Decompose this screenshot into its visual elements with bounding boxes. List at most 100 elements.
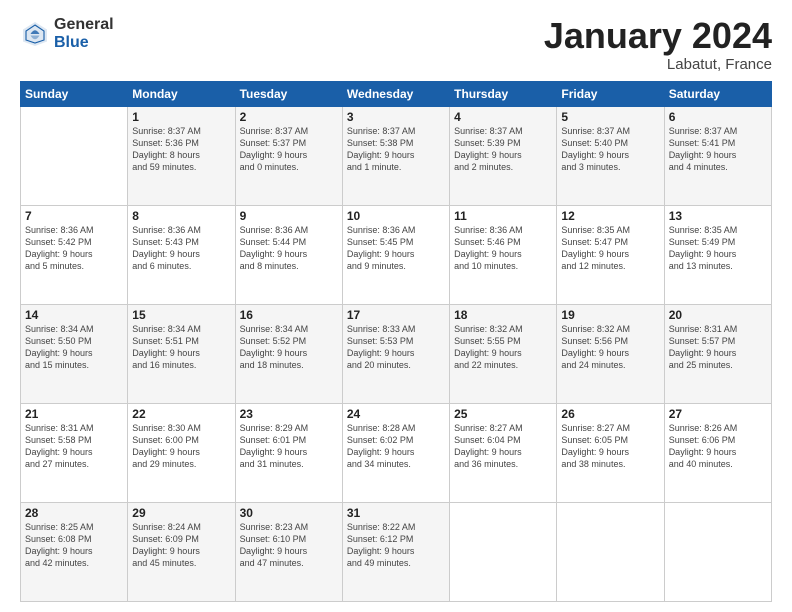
day-number: 6 <box>669 110 767 124</box>
table-row: 17Sunrise: 8:33 AMSunset: 5:53 PMDayligh… <box>342 304 449 403</box>
logo-blue-text: Blue <box>54 34 114 52</box>
day-info: Sunrise: 8:27 AMSunset: 6:05 PMDaylight:… <box>561 422 659 471</box>
day-info: Sunrise: 8:36 AMSunset: 5:42 PMDaylight:… <box>25 224 123 273</box>
table-row: 6Sunrise: 8:37 AMSunset: 5:41 PMDaylight… <box>664 106 771 205</box>
day-number: 10 <box>347 209 445 223</box>
table-row: 30Sunrise: 8:23 AMSunset: 6:10 PMDayligh… <box>235 502 342 601</box>
col-sunday: Sunday <box>21 81 128 106</box>
day-number: 17 <box>347 308 445 322</box>
title-block: January 2024 Labatut, France <box>544 16 772 73</box>
table-row: 19Sunrise: 8:32 AMSunset: 5:56 PMDayligh… <box>557 304 664 403</box>
table-row <box>21 106 128 205</box>
table-row: 22Sunrise: 8:30 AMSunset: 6:00 PMDayligh… <box>128 403 235 502</box>
month-title: January 2024 <box>544 16 772 56</box>
table-row: 8Sunrise: 8:36 AMSunset: 5:43 PMDaylight… <box>128 205 235 304</box>
table-row: 23Sunrise: 8:29 AMSunset: 6:01 PMDayligh… <box>235 403 342 502</box>
day-info: Sunrise: 8:36 AMSunset: 5:45 PMDaylight:… <box>347 224 445 273</box>
day-info: Sunrise: 8:25 AMSunset: 6:08 PMDaylight:… <box>25 521 123 570</box>
day-number: 23 <box>240 407 338 421</box>
col-friday: Friday <box>557 81 664 106</box>
col-monday: Monday <box>128 81 235 106</box>
table-row <box>450 502 557 601</box>
day-info: Sunrise: 8:33 AMSunset: 5:53 PMDaylight:… <box>347 323 445 372</box>
day-number: 11 <box>454 209 552 223</box>
table-row: 13Sunrise: 8:35 AMSunset: 5:49 PMDayligh… <box>664 205 771 304</box>
day-info: Sunrise: 8:34 AMSunset: 5:51 PMDaylight:… <box>132 323 230 372</box>
table-row: 11Sunrise: 8:36 AMSunset: 5:46 PMDayligh… <box>450 205 557 304</box>
day-number: 28 <box>25 506 123 520</box>
col-thursday: Thursday <box>450 81 557 106</box>
table-row: 16Sunrise: 8:34 AMSunset: 5:52 PMDayligh… <box>235 304 342 403</box>
day-number: 22 <box>132 407 230 421</box>
day-info: Sunrise: 8:22 AMSunset: 6:12 PMDaylight:… <box>347 521 445 570</box>
day-number: 25 <box>454 407 552 421</box>
day-info: Sunrise: 8:36 AMSunset: 5:44 PMDaylight:… <box>240 224 338 273</box>
day-number: 15 <box>132 308 230 322</box>
day-info: Sunrise: 8:35 AMSunset: 5:47 PMDaylight:… <box>561 224 659 273</box>
day-info: Sunrise: 8:37 AMSunset: 5:37 PMDaylight:… <box>240 125 338 174</box>
day-number: 19 <box>561 308 659 322</box>
table-row: 1Sunrise: 8:37 AMSunset: 5:36 PMDaylight… <box>128 106 235 205</box>
calendar-header-row: Sunday Monday Tuesday Wednesday Thursday… <box>21 81 772 106</box>
logo-text: General Blue <box>54 16 114 51</box>
table-row: 31Sunrise: 8:22 AMSunset: 6:12 PMDayligh… <box>342 502 449 601</box>
table-row: 2Sunrise: 8:37 AMSunset: 5:37 PMDaylight… <box>235 106 342 205</box>
logo-icon <box>20 19 50 49</box>
table-row: 20Sunrise: 8:31 AMSunset: 5:57 PMDayligh… <box>664 304 771 403</box>
page: General Blue January 2024 Labatut, Franc… <box>0 0 792 612</box>
day-number: 26 <box>561 407 659 421</box>
table-row: 9Sunrise: 8:36 AMSunset: 5:44 PMDaylight… <box>235 205 342 304</box>
day-info: Sunrise: 8:31 AMSunset: 5:57 PMDaylight:… <box>669 323 767 372</box>
day-number: 14 <box>25 308 123 322</box>
table-row: 4Sunrise: 8:37 AMSunset: 5:39 PMDaylight… <box>450 106 557 205</box>
table-row: 14Sunrise: 8:34 AMSunset: 5:50 PMDayligh… <box>21 304 128 403</box>
day-number: 20 <box>669 308 767 322</box>
logo: General Blue <box>20 16 114 51</box>
day-number: 21 <box>25 407 123 421</box>
logo-general-text: General <box>54 16 114 34</box>
day-info: Sunrise: 8:32 AMSunset: 5:56 PMDaylight:… <box>561 323 659 372</box>
day-info: Sunrise: 8:28 AMSunset: 6:02 PMDaylight:… <box>347 422 445 471</box>
calendar-week-row: 21Sunrise: 8:31 AMSunset: 5:58 PMDayligh… <box>21 403 772 502</box>
day-number: 5 <box>561 110 659 124</box>
table-row: 26Sunrise: 8:27 AMSunset: 6:05 PMDayligh… <box>557 403 664 502</box>
col-tuesday: Tuesday <box>235 81 342 106</box>
day-number: 9 <box>240 209 338 223</box>
calendar-week-row: 7Sunrise: 8:36 AMSunset: 5:42 PMDaylight… <box>21 205 772 304</box>
day-number: 16 <box>240 308 338 322</box>
table-row: 18Sunrise: 8:32 AMSunset: 5:55 PMDayligh… <box>450 304 557 403</box>
day-info: Sunrise: 8:37 AMSunset: 5:39 PMDaylight:… <box>454 125 552 174</box>
day-info: Sunrise: 8:26 AMSunset: 6:06 PMDaylight:… <box>669 422 767 471</box>
day-info: Sunrise: 8:31 AMSunset: 5:58 PMDaylight:… <box>25 422 123 471</box>
table-row: 15Sunrise: 8:34 AMSunset: 5:51 PMDayligh… <box>128 304 235 403</box>
day-number: 1 <box>132 110 230 124</box>
day-number: 8 <box>132 209 230 223</box>
day-number: 27 <box>669 407 767 421</box>
col-wednesday: Wednesday <box>342 81 449 106</box>
day-number: 30 <box>240 506 338 520</box>
day-number: 12 <box>561 209 659 223</box>
day-number: 24 <box>347 407 445 421</box>
day-number: 13 <box>669 209 767 223</box>
table-row <box>557 502 664 601</box>
day-info: Sunrise: 8:37 AMSunset: 5:41 PMDaylight:… <box>669 125 767 174</box>
day-info: Sunrise: 8:37 AMSunset: 5:40 PMDaylight:… <box>561 125 659 174</box>
day-number: 18 <box>454 308 552 322</box>
day-number: 3 <box>347 110 445 124</box>
day-info: Sunrise: 8:34 AMSunset: 5:50 PMDaylight:… <box>25 323 123 372</box>
location: Labatut, France <box>544 56 772 73</box>
table-row: 10Sunrise: 8:36 AMSunset: 5:45 PMDayligh… <box>342 205 449 304</box>
day-info: Sunrise: 8:32 AMSunset: 5:55 PMDaylight:… <box>454 323 552 372</box>
table-row: 12Sunrise: 8:35 AMSunset: 5:47 PMDayligh… <box>557 205 664 304</box>
calendar-week-row: 1Sunrise: 8:37 AMSunset: 5:36 PMDaylight… <box>21 106 772 205</box>
day-number: 29 <box>132 506 230 520</box>
table-row <box>664 502 771 601</box>
day-info: Sunrise: 8:24 AMSunset: 6:09 PMDaylight:… <box>132 521 230 570</box>
col-saturday: Saturday <box>664 81 771 106</box>
day-info: Sunrise: 8:37 AMSunset: 5:38 PMDaylight:… <box>347 125 445 174</box>
table-row: 21Sunrise: 8:31 AMSunset: 5:58 PMDayligh… <box>21 403 128 502</box>
table-row: 28Sunrise: 8:25 AMSunset: 6:08 PMDayligh… <box>21 502 128 601</box>
day-info: Sunrise: 8:34 AMSunset: 5:52 PMDaylight:… <box>240 323 338 372</box>
day-info: Sunrise: 8:37 AMSunset: 5:36 PMDaylight:… <box>132 125 230 174</box>
table-row: 29Sunrise: 8:24 AMSunset: 6:09 PMDayligh… <box>128 502 235 601</box>
